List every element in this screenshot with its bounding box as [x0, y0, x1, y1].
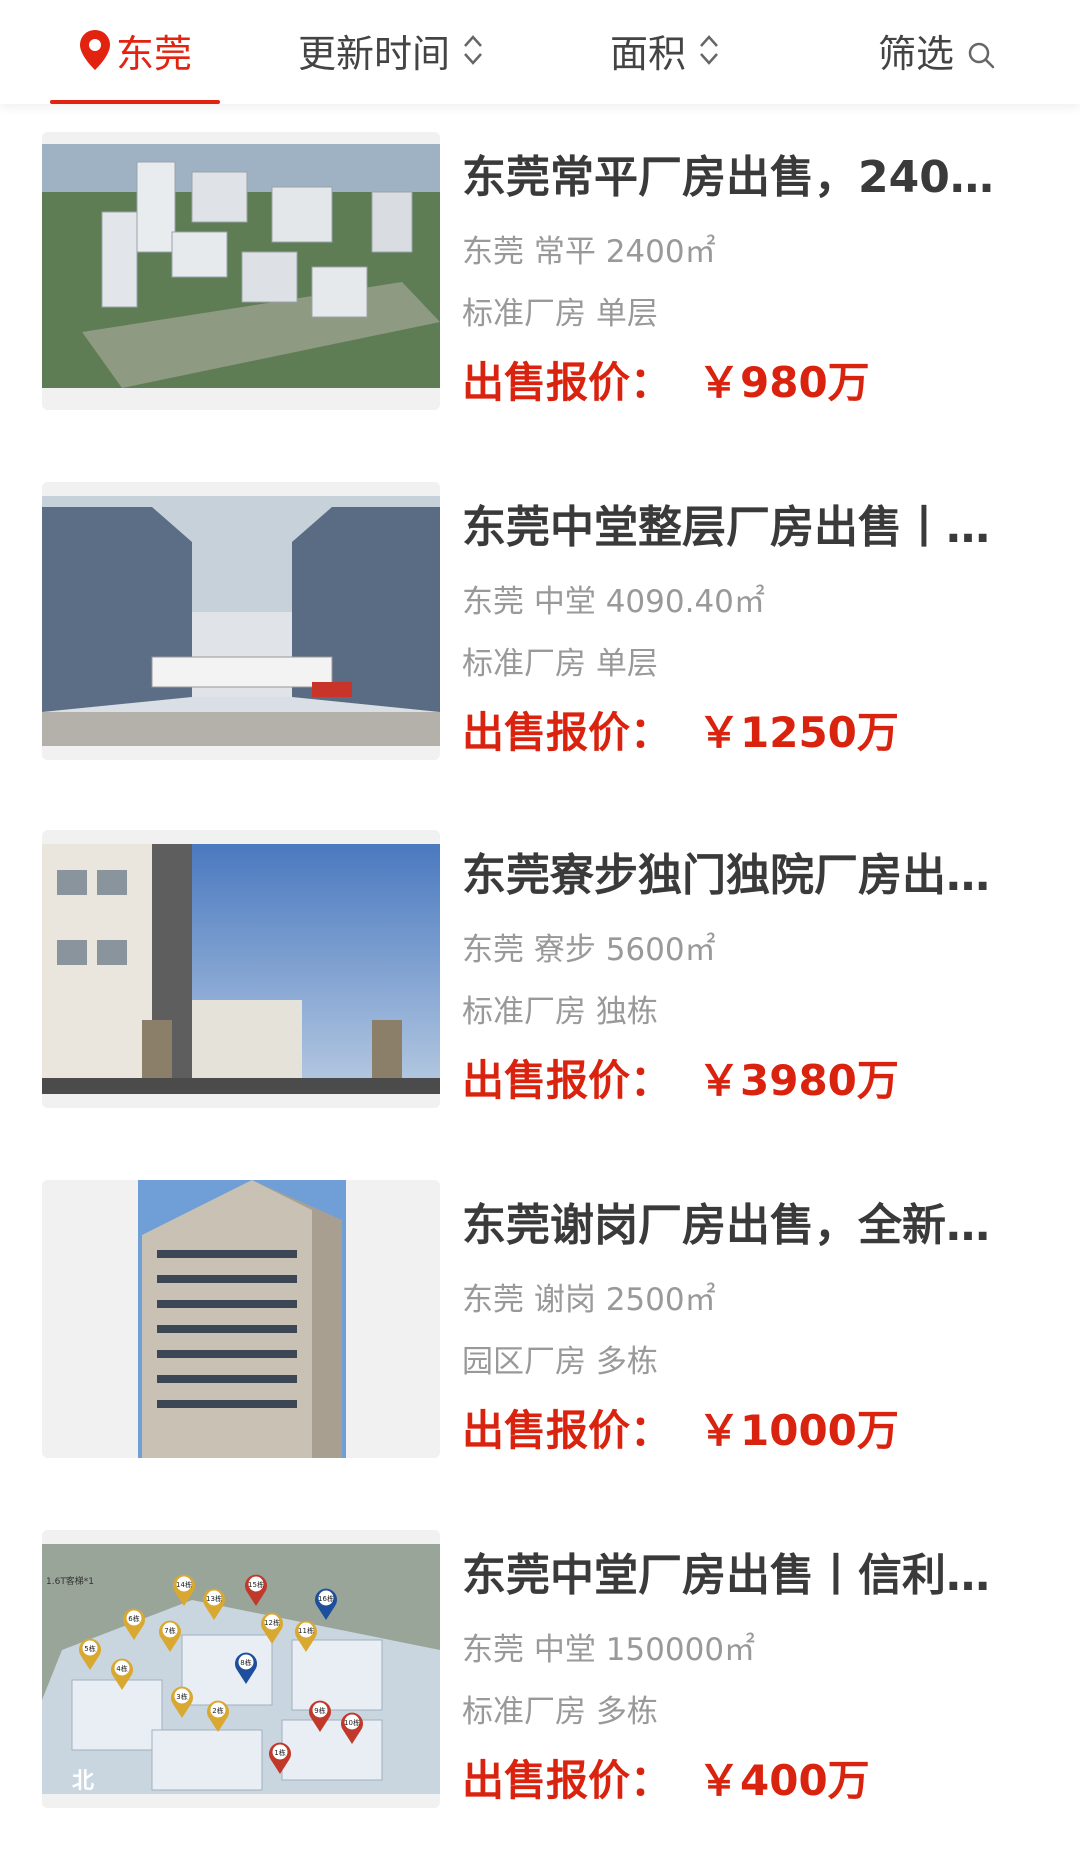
price-label: 出售报价： [462, 1056, 673, 1105]
sort-update-label: 更新时间 [298, 31, 451, 76]
city-label: 东莞 [115, 31, 192, 76]
listing-location-area: 东莞 中堂 4090.40㎡ [462, 584, 765, 620]
building-pin-label: 15栋 [248, 1580, 264, 1589]
price-label: 出售报价： [462, 1406, 673, 1455]
building-pin-label: 6栋 [128, 1614, 139, 1623]
listing-price: 出售报价： ￥400万 [462, 1754, 870, 1808]
price-label: 出售报价： [462, 358, 673, 407]
listing-type: 标准厂房 独栋 [462, 994, 658, 1030]
price-value: ￥1250万 [698, 708, 899, 757]
listing-card[interactable]: 东莞常平厂房出售，2400平 东莞 常平 2400㎡ 标准厂房 单层 出售报价：… [0, 132, 1080, 432]
building-pin-label: 4栋 [116, 1664, 127, 1673]
listing-title[interactable]: 东莞中堂整层厂房出售丨… [462, 500, 1018, 556]
price-value: ￥3980万 [698, 1056, 899, 1105]
listing-price: 出售报价： ￥980万 [462, 356, 870, 410]
filter-bar: 东莞 更新时间 面积 筛选 [0, 0, 1080, 104]
location-pin-icon [78, 29, 112, 71]
listing-card[interactable]: 东莞谢岗厂房出售，全新… 东莞 谢岗 2500㎡ 园区厂房 多栋 出售报价： ￥1… [0, 1180, 1080, 1480]
building-pin-label: 10栋 [344, 1718, 360, 1727]
price-value: ￥1000万 [698, 1406, 899, 1455]
listing-title[interactable]: 东莞常平厂房出售，2400平 [462, 150, 1018, 206]
building-pin-label: 11栋 [298, 1626, 314, 1635]
building-pin-label: 13栋 [206, 1594, 222, 1603]
listing-card[interactable]: 东莞中堂整层厂房出售丨… 东莞 中堂 4090.40㎡ 标准厂房 单层 出售报价… [0, 482, 1080, 782]
listing-type: 标准厂房 多栋 [462, 1694, 658, 1730]
building-pin-label: 12栋 [264, 1618, 280, 1627]
listing-card[interactable]: 1.6T客梯*1 北 1栋 2栋 3栋 4栋 5栋 6栋 7栋 8栋 9栋 10栋 11栋 12栋 13… [0, 1530, 1080, 1830]
building-pin-label: 9栋 [314, 1706, 325, 1715]
listing-thumbnail[interactable]: 1.6T客梯*1 北 1栋 2栋 3栋 4栋 5栋 6栋 7栋 8栋 9栋 10栋 11栋 12栋 13… [42, 1530, 440, 1808]
listing-price: 出售报价： ￥3980万 [462, 1054, 899, 1108]
search-icon [966, 35, 996, 69]
map-corner-text: 1.6T客梯*1 [46, 1575, 94, 1587]
building-pin-label: 5栋 [84, 1644, 95, 1653]
filter-button[interactable]: 筛选 [878, 22, 996, 78]
sort-by-update-time[interactable]: 更新时间 [298, 22, 484, 78]
listing-location-area: 东莞 常平 2400㎡ [462, 234, 716, 270]
price-label: 出售报价： [462, 708, 673, 757]
listing-type: 园区厂房 多栋 [462, 1344, 658, 1380]
building-pin-label: 1栋 [274, 1748, 285, 1757]
listing-location-area: 东莞 谢岗 2500㎡ [462, 1282, 716, 1318]
building-pin-label: 14栋 [176, 1580, 192, 1589]
listing-title[interactable]: 东莞中堂厂房出售丨信利… [462, 1548, 1018, 1604]
sort-area-label: 面积 [610, 31, 687, 76]
price-value: ￥400万 [698, 1756, 870, 1805]
listing-thumbnail[interactable] [42, 132, 440, 410]
listing-type: 标准厂房 单层 [462, 646, 658, 682]
building-pin-label: 7栋 [164, 1626, 175, 1635]
sort-by-area[interactable]: 面积 [610, 22, 720, 78]
listing-thumbnail[interactable] [42, 830, 440, 1108]
building-pin-label: 2栋 [212, 1706, 223, 1715]
sort-updown-icon [462, 32, 484, 68]
city-selector[interactable]: 东莞 [50, 22, 220, 78]
listing-type: 标准厂房 单层 [462, 296, 658, 332]
map-compass-label: 北 [72, 1769, 94, 1794]
listing-location-area: 东莞 中堂 150000㎡ [462, 1632, 756, 1668]
active-tab-indicator [50, 100, 220, 104]
filter-label: 筛选 [878, 31, 955, 76]
listing-title[interactable]: 东莞寮步独门独院厂房出… [462, 848, 1018, 904]
listing-price: 出售报价： ￥1250万 [462, 706, 899, 760]
listing-title[interactable]: 东莞谢岗厂房出售，全新… [462, 1198, 1018, 1254]
price-label: 出售报价： [462, 1756, 673, 1805]
building-pin-label: 8栋 [240, 1658, 251, 1667]
listing-location-area: 东莞 寮步 5600㎡ [462, 932, 716, 968]
listing-price: 出售报价： ￥1000万 [462, 1404, 899, 1458]
listing-thumbnail[interactable] [42, 1180, 440, 1458]
listing-card[interactable]: 东莞寮步独门独院厂房出… 东莞 寮步 5600㎡ 标准厂房 独栋 出售报价： ￥3… [0, 830, 1080, 1130]
building-pin-label: 16栋 [318, 1594, 334, 1603]
building-pin-label: 3栋 [176, 1692, 187, 1701]
listing-thumbnail[interactable] [42, 482, 440, 760]
price-value: ￥980万 [698, 358, 870, 407]
sort-updown-icon [698, 32, 720, 68]
